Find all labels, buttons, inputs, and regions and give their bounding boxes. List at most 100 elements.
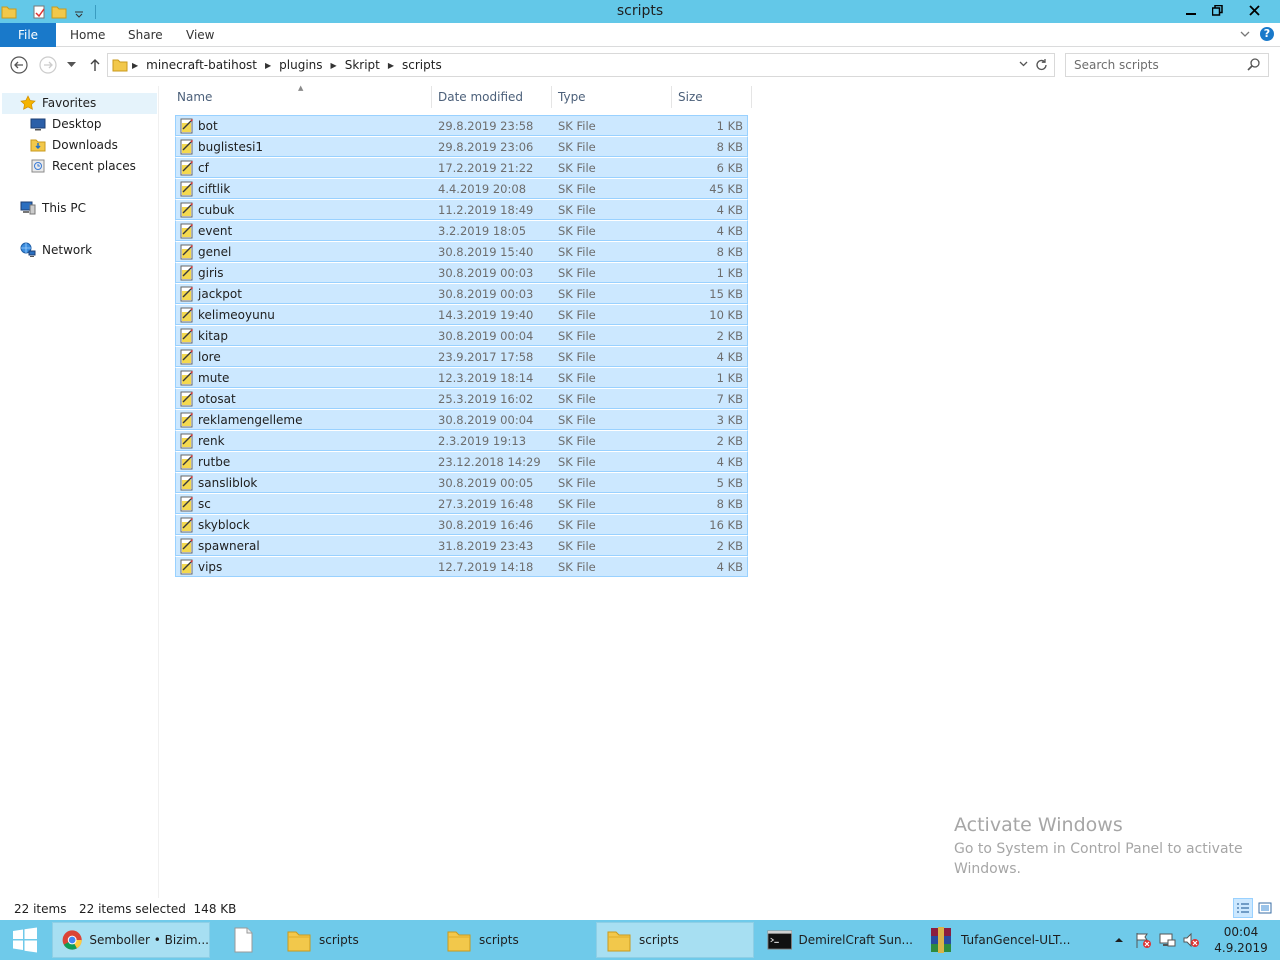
table-row[interactable]: sansliblok 30.8.2019 00:05 SK File 5 KB [175,472,748,493]
file-size: 15 KB [709,287,743,301]
search-input[interactable] [1074,57,1244,73]
breadcrumb-minecraft-batihost[interactable]: minecraft-batihost [146,58,257,72]
start-button[interactable] [0,920,50,960]
tab-view[interactable]: View [186,23,214,47]
nav-downloads[interactable]: Downloads [30,135,118,155]
nav-network[interactable]: Network [20,240,92,260]
breadcrumb-plugins[interactable]: plugins [279,58,322,72]
recent-locations-button[interactable] [64,55,78,75]
table-row[interactable]: sc 27.3.2019 16:48 SK File 8 KB [175,493,748,514]
sk-file-icon [180,265,193,281]
details-view-button[interactable] [1233,898,1253,918]
nav-recent-places[interactable]: Recent places [30,156,136,176]
breadcrumb-separator-icon[interactable]: ▶ [265,61,271,70]
column-header-type[interactable]: Type [552,86,672,108]
tab-home[interactable]: Home [70,23,105,47]
restore-icon [1212,5,1223,16]
taskbar-winrar[interactable]: TufanGencel-ULT... [918,922,1074,958]
star-icon [20,95,36,110]
breadcrumb-scripts[interactable]: scripts [402,58,442,72]
table-row[interactable]: renk 2.3.2019 19:13 SK File 2 KB [175,430,748,451]
file-size: 4 KB [716,224,743,238]
taskbar-notepad[interactable] [216,922,272,958]
tab-file[interactable]: File [0,23,56,47]
forward-button[interactable] [37,55,59,75]
table-row[interactable]: spawneral 31.8.2019 23:43 SK File 2 KB [175,535,748,556]
table-row[interactable]: kelimeoyunu 14.3.2019 19:40 SK File 10 KB [175,304,748,325]
table-row[interactable]: genel 30.8.2019 15:40 SK File 8 KB [175,241,748,262]
address-bar[interactable]: ▶ minecraft-batihost ▶ plugins ▶ Skript … [107,53,1055,77]
notepad-icon [234,927,253,953]
column-header-date-modified[interactable]: Date modified [432,86,552,108]
table-row[interactable]: reklamengelleme 30.8.2019 00:04 SK File 3 K… [175,409,748,430]
downloads-folder-icon [30,139,46,152]
breadcrumb-separator-icon[interactable]: ▶ [331,61,337,70]
table-row[interactable]: otosat 25.3.2019 16:02 SK File 7 KB [175,388,748,409]
up-button[interactable] [85,55,105,75]
nav-favorites[interactable]: Favorites [20,93,96,113]
tab-share[interactable]: Share [128,23,163,47]
volume-muted-icon[interactable] [1182,931,1200,949]
file-date-modified: 11.2.2019 18:49 [438,203,534,217]
file-size: 4 KB [716,203,743,217]
table-row[interactable]: skyblock 30.8.2019 16:46 SK File 16 KB [175,514,748,535]
close-button[interactable] [1231,0,1278,21]
action-center-flag-icon[interactable] [1134,931,1152,949]
breadcrumb-separator-icon[interactable]: ▶ [388,61,394,70]
nav-this-pc[interactable]: This PC [20,198,86,218]
table-row[interactable]: jackpot 30.8.2019 00:03 SK File 15 KB [175,283,748,304]
network-status-icon[interactable] [1158,931,1176,949]
nav-desktop[interactable]: Desktop [30,114,102,134]
file-name: event [198,224,233,238]
table-row[interactable]: cf 17.2.2019 21:22 SK File 6 KB [175,157,748,178]
table-row[interactable]: buglistesi1 29.8.2019 23:06 SK File 8 KB [175,136,748,157]
expand-ribbon-icon[interactable] [1240,30,1250,38]
title-bar: scripts [0,0,1280,23]
navigation-pane: Favorites Desktop Downloads Recent place… [0,86,159,898]
nav-desktop-label: Desktop [52,117,102,131]
file-date-modified: 29.8.2019 23:58 [438,119,534,133]
refresh-icon[interactable] [1035,58,1048,72]
search-box[interactable] [1065,53,1269,77]
search-icon[interactable] [1247,58,1260,71]
table-row[interactable]: lore 23.9.2017 17:58 SK File 4 KB [175,346,748,367]
breadcrumb-skript[interactable]: Skript [345,58,380,72]
column-header-name[interactable]: Name [171,86,432,108]
restore-button[interactable] [1204,0,1231,21]
clock[interactable]: 00:04 4.9.2019 [1208,924,1274,956]
file-name: reklamengelleme [198,413,303,427]
taskbar-cmd[interactable]: DemirelCraft Sun... [758,922,914,958]
taskbar-explorer-3[interactable]: scripts [596,922,754,958]
help-icon[interactable]: ? [1260,27,1274,41]
table-row[interactable]: rutbe 23.12.2018 14:29 SK File 4 KB [175,451,748,472]
table-row[interactable]: cubuk 11.2.2019 18:49 SK File 4 KB [175,199,748,220]
file-name: kitap [198,329,228,343]
table-row[interactable]: vips 12.7.2019 14:18 SK File 4 KB [175,556,748,577]
file-type: SK File [558,119,596,133]
taskbar-explorer-1[interactable]: scripts [276,922,432,958]
ribbon: File Home Share View ? [0,23,1280,47]
large-icons-view-button[interactable] [1255,898,1275,918]
sk-file-icon [180,202,193,218]
file-name: cf [198,161,209,175]
sk-file-icon [180,433,193,449]
taskbar-explorer-2[interactable]: scripts [436,922,592,958]
column-header-size[interactable]: Size [672,86,752,108]
table-row[interactable]: bot 29.8.2019 23:58 SK File 1 KB [175,115,748,136]
file-type: SK File [558,266,596,280]
minimize-button[interactable] [1177,0,1204,21]
table-row[interactable]: event 3.2.2019 18:05 SK File 4 KB [175,220,748,241]
table-row[interactable]: mute 12.3.2019 18:14 SK File 1 KB [175,367,748,388]
back-button[interactable] [8,55,30,75]
table-row[interactable]: ciftlik 4.4.2019 20:08 SK File 45 KB [175,178,748,199]
file-date-modified: 30.8.2019 15:40 [438,245,534,259]
file-type: SK File [558,413,596,427]
table-row[interactable]: giris 30.8.2019 00:03 SK File 1 KB [175,262,748,283]
file-size: 5 KB [716,476,743,490]
file-date-modified: 30.8.2019 00:04 [438,329,534,343]
table-row[interactable]: kitap 30.8.2019 00:04 SK File 2 KB [175,325,748,346]
show-hidden-icons-icon[interactable] [1112,933,1126,947]
breadcrumb-separator-icon[interactable]: ▶ [132,61,138,70]
taskbar-chrome[interactable]: Semboller • Bizim... [52,922,210,958]
address-dropdown-icon[interactable] [1019,61,1028,67]
